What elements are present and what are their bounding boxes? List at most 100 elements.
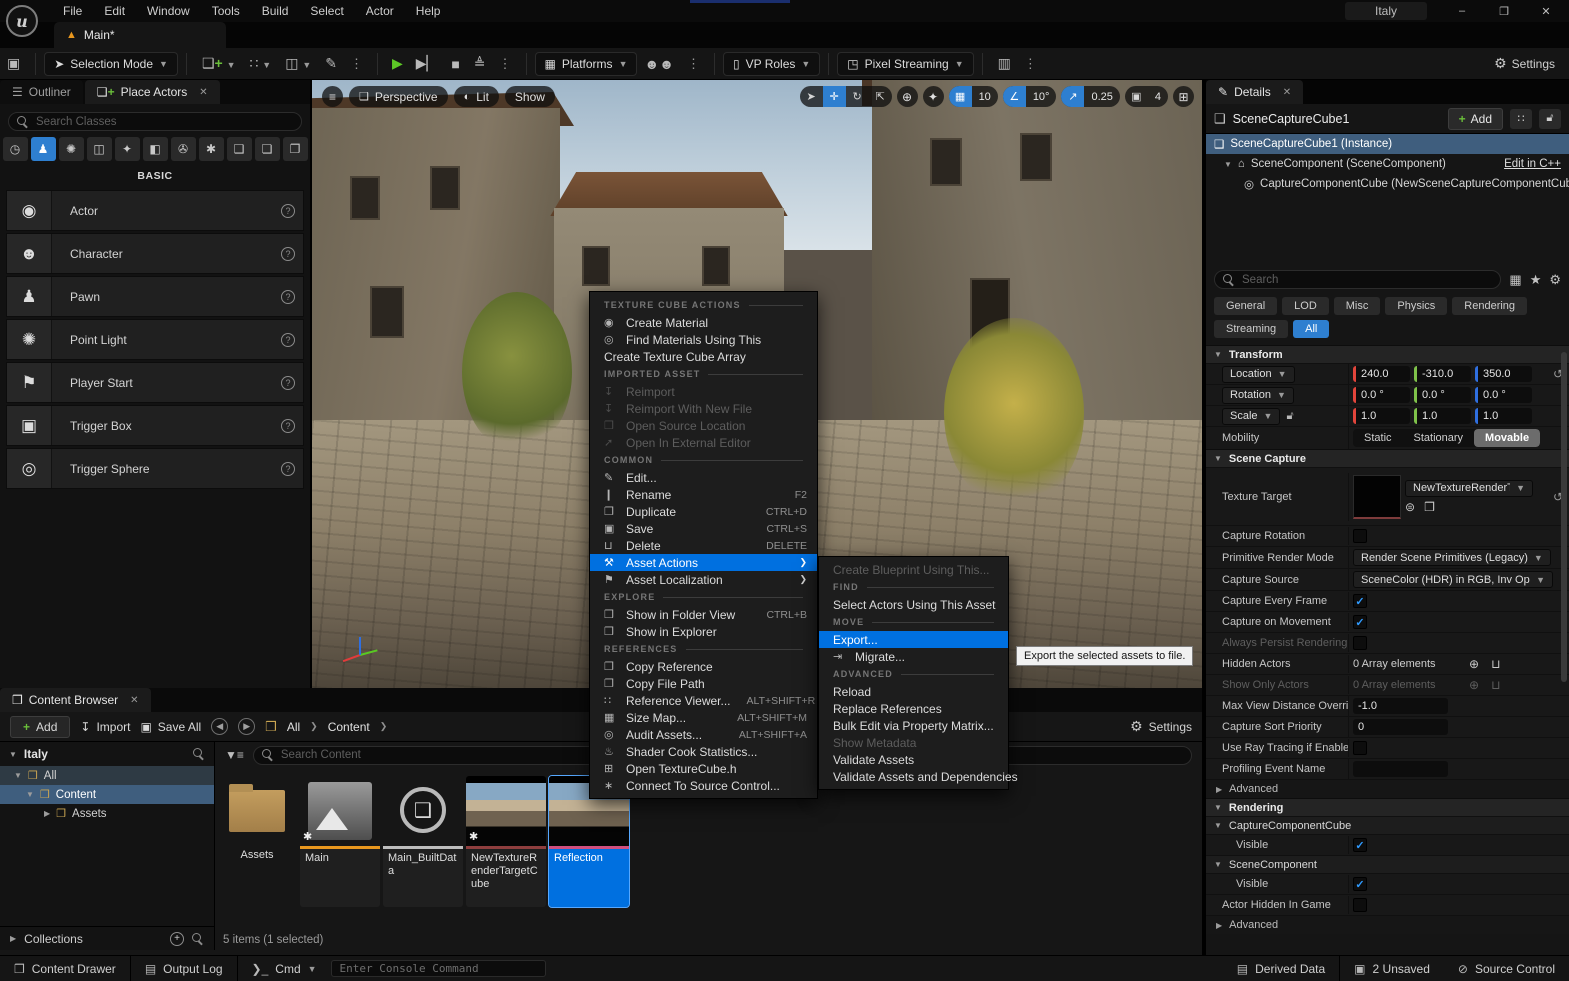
context-menu-item[interactable]: Create Texture Cube Array ❯: [590, 348, 817, 365]
component-row-capture-component[interactable]: ◎ CaptureComponentCube (NewSceneCaptureC…: [1206, 174, 1569, 194]
collections-row[interactable]: ▶ Collections +: [0, 926, 214, 950]
blueprints-icon[interactable]: ∷ ▼: [243, 55, 279, 72]
help-icon[interactable]: ?: [273, 277, 303, 316]
details-search-input[interactable]: [1242, 274, 1492, 286]
perspective-dropdown[interactable]: ❑ Perspective: [349, 86, 448, 107]
sources-root-row[interactable]: ▼ Italy: [0, 742, 214, 766]
context-menu-item[interactable]: ◎ Audit Assets... ALT+SHIFT+A ❯: [590, 726, 817, 743]
derived-data-button[interactable]: ▤ Derived Data: [1223, 956, 1339, 981]
submenu-item[interactable]: Replace References ❯: [819, 700, 1008, 717]
select-tool-icon[interactable]: ➤: [800, 86, 823, 107]
unreal-logo-icon[interactable]: u: [6, 5, 38, 37]
lit-dropdown[interactable]: ◐ Lit: [454, 86, 499, 107]
tab-place-actors[interactable]: ❑+ Place Actors ✕: [85, 80, 220, 104]
category-button[interactable]: ◧: [143, 137, 168, 161]
context-menu-item[interactable]: ▣ Save CTRL+S ❯: [590, 520, 817, 537]
context-menu-item[interactable]: ∷ Reference Viewer... ALT+SHIFT+R ❯: [590, 692, 817, 709]
forward-icon[interactable]: ▶: [238, 718, 255, 735]
context-menu-item[interactable]: ❒ Show in Explorer ❯: [590, 623, 817, 640]
tab-main-level[interactable]: ▲ Main*: [54, 22, 226, 48]
submenu-item[interactable]: Select Actors Using This Asset ❯: [819, 596, 1008, 613]
rendering-advanced-expander[interactable]: ▶ Advanced: [1206, 915, 1569, 934]
clear-array-icon[interactable]: ⊔: [1491, 657, 1500, 671]
rotation-dropdown[interactable]: Rotation▼: [1222, 387, 1294, 404]
submenu-item[interactable]: Show Metadata ❯: [819, 734, 1008, 751]
tab-outliner[interactable]: ☰ Outliner: [0, 80, 83, 104]
context-menu-item[interactable]: ◉ Create Material ❯: [590, 314, 817, 331]
skip-icon[interactable]: ▶▏: [409, 55, 445, 72]
browse-to-asset-icon[interactable]: ❒: [1424, 500, 1435, 514]
section-rendering[interactable]: ▼ Rendering: [1206, 798, 1569, 816]
settings-button[interactable]: Settings: [1512, 57, 1555, 71]
location-x-field[interactable]: 240.0: [1353, 366, 1410, 382]
capture-source-dropdown[interactable]: SceneColor (HDR) in RGB, Inv Opacity▼: [1353, 571, 1553, 588]
toolbar-overflow-icon[interactable]: ⋮: [344, 56, 369, 72]
scale-tool-icon[interactable]: ⇱: [869, 86, 892, 107]
tree-item-assets[interactable]: ▶ ❒ Assets: [0, 804, 214, 823]
category-button[interactable]: ✺: [59, 137, 84, 161]
subsection-scene-component[interactable]: ▼ SceneComponent: [1206, 855, 1569, 873]
favorites-icon[interactable]: ★: [1530, 272, 1542, 288]
add-collection-icon[interactable]: +: [170, 932, 184, 946]
search-classes-field[interactable]: [8, 112, 302, 131]
subsection-capture-component-cube[interactable]: ▼ CaptureComponentCube: [1206, 816, 1569, 834]
location-dropdown[interactable]: Location▼: [1222, 366, 1295, 383]
context-menu-item[interactable]: ➚ Open In External Editor ❯: [590, 434, 817, 451]
submenu-item[interactable]: Validate Assets and Dependencies ❯: [819, 768, 1008, 785]
transform-gizmo[interactable]: [342, 630, 382, 670]
multi-user-icon[interactable]: ☻☻: [637, 56, 680, 72]
tab-content-browser[interactable]: ❒ Content Browser ✕: [0, 688, 151, 712]
context-menu-item[interactable]: ⊔ Delete DELETE ❯: [590, 537, 817, 554]
context-menu-item[interactable]: ♨ Shader Cook Statistics... ❯: [590, 743, 817, 760]
save-icon[interactable]: ▣: [0, 55, 27, 72]
scale-y-field[interactable]: 1.0: [1414, 408, 1471, 424]
viewport-menu-icon[interactable]: ≡: [322, 86, 343, 107]
asset-tile[interactable]: ✱ NewTextureRenderTargetCube: [466, 776, 546, 907]
move-tool-icon[interactable]: ✛: [823, 86, 846, 107]
details-filter-tab[interactable]: Rendering: [1452, 297, 1527, 315]
ray-tracing-checkbox[interactable]: ✓: [1353, 741, 1367, 755]
details-filter-tab[interactable]: All: [1293, 320, 1329, 338]
close-icon[interactable]: ✕: [1283, 87, 1291, 98]
place-actor-item[interactable]: ◉ Actor ?: [6, 190, 304, 231]
save-all-button[interactable]: ▣ Save All: [140, 720, 201, 734]
play-options-icon[interactable]: ⋮: [493, 56, 518, 72]
back-icon[interactable]: ◀: [211, 718, 228, 735]
category-button[interactable]: ✦: [115, 137, 140, 161]
tree-item-content[interactable]: ▼ ❒ Content: [0, 785, 214, 804]
menu-item[interactable]: Build: [251, 1, 300, 21]
clear-array-icon[interactable]: ⊔: [1491, 678, 1500, 692]
details-filter-tab[interactable]: LOD: [1282, 297, 1329, 315]
output-log-button[interactable]: ▤ Output Log: [131, 956, 237, 981]
primitive-render-mode-dropdown[interactable]: Render Scene Primitives (Legacy)▼: [1353, 549, 1551, 566]
menu-item[interactable]: File: [52, 1, 93, 21]
mobility-stationary[interactable]: Stationary: [1403, 429, 1475, 447]
help-icon[interactable]: ?: [273, 191, 303, 230]
category-button[interactable]: ✱: [199, 137, 224, 161]
scene-capture-advanced-expander[interactable]: ▶ Advanced: [1206, 779, 1569, 798]
location-y-field[interactable]: -310.0: [1414, 366, 1471, 382]
context-menu-item[interactable]: ▦ Size Map... ALT+SHIFT+M ❯: [590, 709, 817, 726]
breadcrumb-all[interactable]: All: [287, 720, 300, 734]
search-icon[interactable]: [193, 748, 205, 760]
pixel-streaming-dropdown[interactable]: ◳ Pixel Streaming ▼: [837, 52, 973, 76]
expand-arrow-icon[interactable]: ▼: [1224, 160, 1232, 169]
scale-snap-value[interactable]: 0.25: [1084, 86, 1119, 107]
texture-target-dropdown[interactable]: NewTextureRenderTarge▼: [1405, 480, 1533, 497]
context-menu-item[interactable]: ⚒ Asset Actions ❯: [590, 554, 817, 571]
import-button[interactable]: ↧ Import: [80, 720, 130, 734]
capture-sort-priority-field[interactable]: 0: [1353, 719, 1448, 735]
max-view-distance-field[interactable]: -1.0: [1353, 698, 1448, 714]
eject-icon[interactable]: ≜: [467, 55, 493, 72]
scale-z-field[interactable]: 1.0: [1475, 408, 1532, 424]
show-dropdown[interactable]: Show: [505, 86, 555, 107]
asset-tile[interactable]: ✱ Main: [300, 776, 380, 907]
category-button[interactable]: ❏: [255, 137, 280, 161]
mobility-movable[interactable]: Movable: [1474, 429, 1540, 447]
selection-mode-dropdown[interactable]: ➤ Selection Mode ▼: [44, 52, 178, 76]
menu-item[interactable]: Help: [405, 1, 452, 21]
place-actor-item[interactable]: ◎ Trigger Sphere ?: [6, 448, 304, 489]
place-actor-item[interactable]: ✺ Point Light ?: [6, 319, 304, 360]
context-menu-item[interactable]: ❐ Duplicate CTRL+D ❯: [590, 503, 817, 520]
unsaved-assets-button[interactable]: ▣ 2 Unsaved: [1340, 956, 1444, 981]
